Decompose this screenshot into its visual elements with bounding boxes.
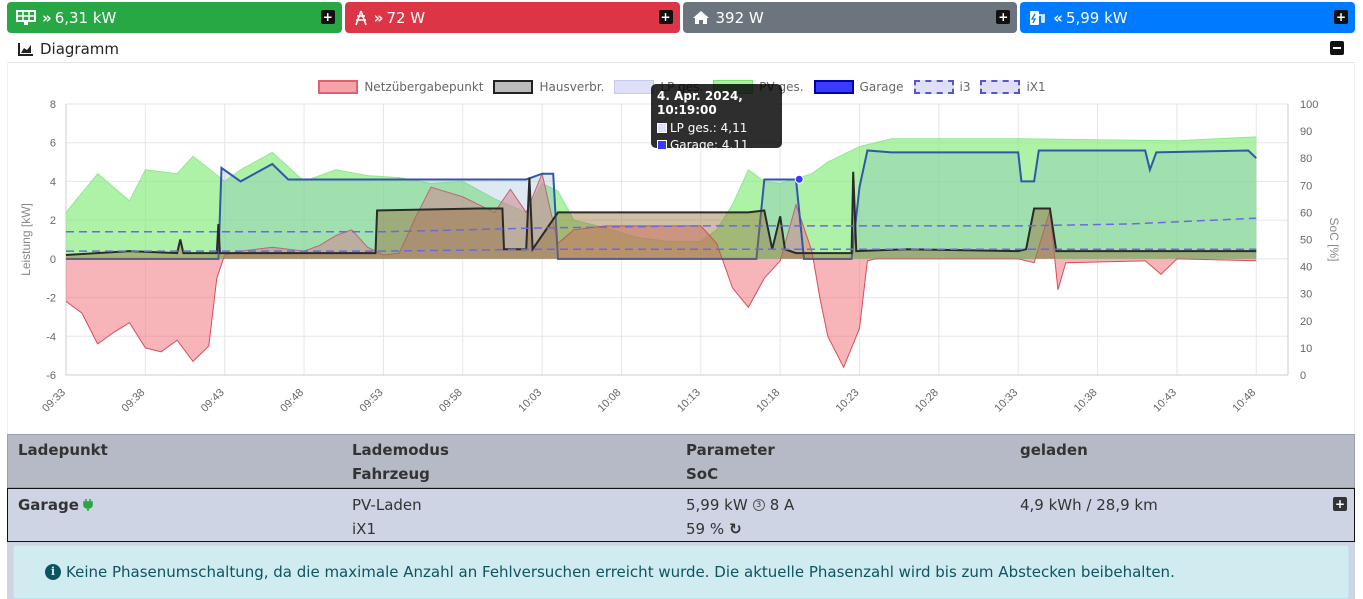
x-tick-label: 10:13	[675, 387, 703, 415]
x-tick-label: 09:58	[437, 387, 465, 415]
alert-text: Keine Phasenumschaltung, da die maximale…	[66, 563, 1175, 581]
x-tick-label: 10:08	[596, 387, 624, 415]
solar-panel-icon	[16, 9, 36, 26]
header-geladen: geladen	[1020, 441, 1088, 459]
expand-plus-icon[interactable]: +	[996, 10, 1011, 24]
charging-power-value: 5,99 kW	[1065, 8, 1128, 27]
expand-plus-icon[interactable]: +	[1333, 497, 1347, 511]
table-row[interactable]: Garage PV-Laden iX1 5,99 kW 3 8 A 59 % ↻…	[7, 488, 1355, 542]
arrow-icon: »	[373, 8, 384, 27]
expand-plus-icon[interactable]: +	[658, 10, 673, 24]
diagram-header[interactable]: Diagramm	[7, 36, 1355, 63]
y-right-tick-label: 80	[1300, 153, 1312, 165]
soc-value: 59 % ↻	[686, 520, 742, 538]
x-tick-label: 10:43	[1151, 387, 1179, 415]
x-tick-label: 10:23	[834, 387, 862, 415]
y-right-axis-label: SoC [%]	[1327, 217, 1341, 261]
power-tiles: » 6,31 kW + » 72 W + 392 W + « 5,99 kW +	[7, 2, 1355, 33]
y-tick-label: 4	[50, 176, 56, 188]
expand-plus-icon[interactable]: +	[1334, 10, 1348, 24]
hover-point	[794, 174, 804, 184]
header-parameter: Parameter	[686, 441, 775, 459]
charged-amount: 4,9 kWh / 28,9 km	[1020, 496, 1158, 514]
charge-parameter: 5,99 kW 3 8 A	[686, 496, 795, 514]
y-right-tick-label: 60	[1300, 207, 1312, 219]
power-tower-icon	[354, 10, 368, 26]
chart-area-icon	[18, 42, 34, 56]
collapse-minus-icon[interactable]	[1330, 41, 1344, 55]
x-tick-label: 10:48	[1230, 387, 1258, 415]
x-tick-label: 10:33	[992, 387, 1020, 415]
legend-item[interactable]: i3	[913, 80, 970, 94]
y-tick-label: -2	[46, 293, 56, 305]
y-tick-label: -4	[46, 331, 56, 343]
y-tick-label: 6	[50, 138, 56, 150]
y-right-tick-label: 100	[1300, 99, 1318, 111]
chargepoint-name: Garage	[18, 496, 93, 514]
legend-item[interactable]: iX1	[980, 80, 1046, 94]
y-right-tick-label: 0	[1300, 370, 1306, 382]
y-tick-label: 2	[50, 215, 56, 227]
chart-tooltip: 4. Apr. 2024, 10:19:00 LP ges.: 4,11 Gar…	[651, 84, 782, 152]
y-right-tick-label: 30	[1300, 289, 1312, 301]
diagram-title: Diagramm	[40, 40, 120, 58]
arrow-icon: »	[42, 8, 52, 27]
y-right-tick-label: 20	[1300, 316, 1312, 328]
y-right-tick-label: 50	[1300, 235, 1312, 247]
table-header: Ladepunkt Lademodus Fahrzeug Parameter S…	[7, 434, 1355, 488]
x-tick-label: 10:03	[516, 387, 544, 415]
tooltip-line: Garage: 4,11	[657, 138, 776, 152]
y-tick-label: -6	[46, 370, 56, 382]
x-tick-label: 10:18	[754, 387, 782, 415]
charge-mode[interactable]: PV-Laden	[352, 496, 422, 514]
tile-pv[interactable]: » 6,31 kW +	[7, 2, 342, 33]
legend-item[interactable]: Netzübergabepunkt	[318, 80, 483, 94]
y-tick-label: 0	[50, 254, 56, 266]
x-tick-label: 10:38	[1072, 387, 1100, 415]
y-tick-label: 8	[50, 99, 56, 111]
info-icon: i	[45, 564, 61, 580]
charging-station-icon	[1029, 10, 1047, 26]
tooltip-title: 4. Apr. 2024, 10:19:00	[657, 89, 743, 117]
expand-plus-icon[interactable]: +	[320, 10, 335, 24]
legend-item[interactable]: Garage	[813, 80, 904, 94]
header-soc: SoC	[686, 465, 719, 483]
tile-charging[interactable]: « 5,99 kW +	[1020, 2, 1355, 33]
header-lademodus: Lademodus	[352, 441, 449, 459]
house-power-value: 392 W	[715, 8, 764, 27]
x-tick-label: 09:33	[40, 387, 68, 415]
header-fahrzeug: Fahrzeug	[352, 465, 430, 483]
y-right-tick-label: 40	[1300, 262, 1312, 274]
home-icon	[692, 10, 710, 25]
tile-grid[interactable]: » 72 W +	[344, 2, 680, 33]
vehicle-name[interactable]: iX1	[352, 520, 376, 538]
x-tick-label: 09:38	[120, 387, 148, 415]
pv-power-value: 6,31 kW	[54, 8, 117, 27]
x-tick-label: 09:53	[358, 387, 386, 415]
info-alert: i Keine Phasenumschaltung, da die maxima…	[13, 545, 1349, 599]
tile-house[interactable]: 392 W +	[682, 2, 1018, 33]
y-right-tick-label: 70	[1300, 180, 1312, 192]
phase-3-icon: 3	[752, 499, 765, 511]
header-ladepunkt: Ladepunkt	[18, 441, 108, 459]
y-axis-label: Leistung [kW]	[19, 203, 33, 276]
alert-wrapper: i Keine Phasenumschaltung, da die maxima…	[7, 542, 1355, 599]
legend-item[interactable]: Hausverbr.	[493, 80, 604, 94]
grid-power-value: 72 W	[386, 8, 426, 27]
refresh-icon[interactable]: ↻	[729, 520, 742, 538]
arrow-icon: «	[1053, 8, 1063, 27]
tooltip-line: LP ges.: 4,11	[657, 121, 776, 135]
x-tick-label: 10:28	[913, 387, 941, 415]
x-tick-label: 09:43	[199, 387, 227, 415]
x-tick-label: 09:48	[278, 387, 306, 415]
plug-icon	[83, 498, 93, 512]
y-right-tick-label: 90	[1300, 126, 1312, 138]
y-right-tick-label: 10	[1300, 343, 1312, 355]
